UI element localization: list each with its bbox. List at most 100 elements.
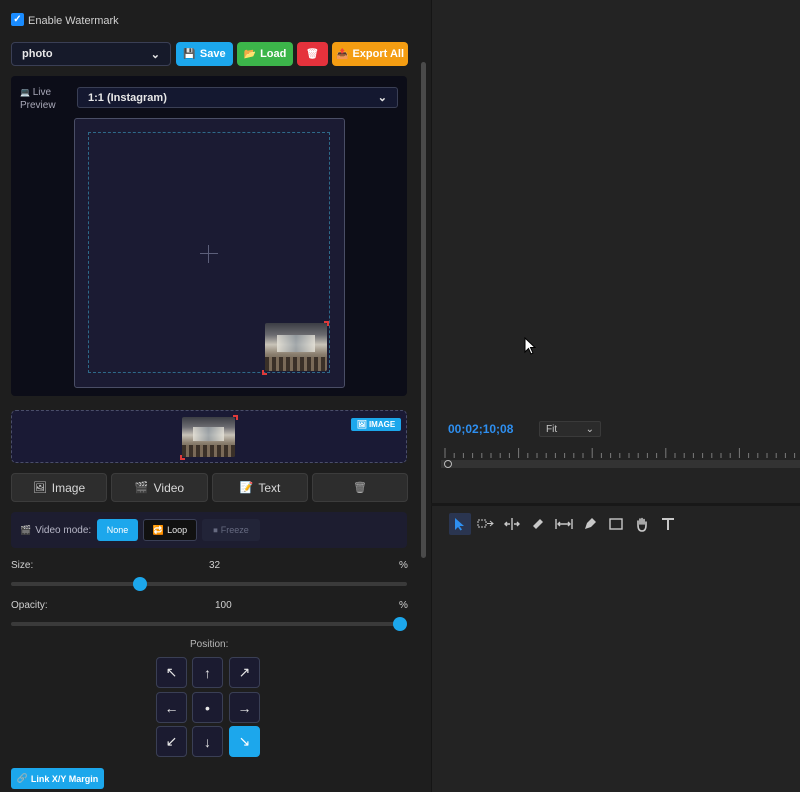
trash-icon: 🗑: [306, 48, 319, 60]
memo-icon: 📝: [239, 482, 254, 494]
position-bottom-right-button[interactable]: ↘: [229, 726, 260, 757]
thumbnail-corner-bottom-left: [180, 455, 185, 460]
resize-handle-top-right[interactable]: [324, 321, 329, 326]
delete-preset-button[interactable]: 🗑: [297, 42, 328, 66]
export-icon: 📤: [336, 48, 349, 60]
text-type-label: Text: [258, 480, 281, 495]
position-left-button[interactable]: ←: [156, 692, 187, 723]
load-button-label: Load: [260, 48, 287, 60]
slip-tool-icon[interactable]: [553, 513, 575, 535]
save-button-label: Save: [199, 48, 226, 60]
preset-select-value: photo: [22, 48, 53, 60]
video-mode-none-label: None: [106, 525, 129, 535]
playhead-timecode[interactable]: 00;02;10;08: [448, 422, 513, 436]
size-value: 32: [209, 560, 221, 571]
mouse-cursor-icon: [524, 337, 536, 355]
video-mode-freeze-label: Freeze: [220, 525, 249, 535]
position-label: Position:: [190, 639, 229, 650]
track-select-tool-icon[interactable]: [475, 513, 497, 535]
size-label: Size:: [11, 560, 34, 571]
panel-divider[interactable]: [431, 503, 800, 506]
export-all-button[interactable]: 📤 Export All: [332, 42, 408, 66]
watermark-preview-image[interactable]: [265, 323, 327, 371]
video-mode-loop-button[interactable]: 🔁 Loop: [143, 519, 197, 541]
center-crosshair-icon-vertical: [208, 245, 209, 263]
app-root: ✓ Enable Watermark photo ⌄ 💾 Save 📂 Load…: [0, 0, 800, 792]
live-preview-label: 💻 Live Preview: [20, 86, 60, 112]
export-button-label: Export All: [352, 48, 404, 60]
video-mode-none-button[interactable]: None: [97, 519, 138, 541]
playhead-handle[interactable]: [444, 460, 452, 468]
clapperboard-icon: 🎬: [134, 482, 149, 494]
position-center-button[interactable]: •: [192, 692, 223, 723]
building-interior-image: [265, 323, 327, 371]
zoom-level-value: Fit: [546, 423, 558, 435]
folder-icon: 📂: [243, 48, 257, 60]
video-mode-label: Video mode:: [35, 525, 92, 536]
razor-tool-icon[interactable]: [527, 513, 549, 535]
link-xy-margin-button[interactable]: 🔗 Link X/Y Margin: [11, 768, 104, 789]
text-type-button[interactable]: 📝 Text: [212, 473, 308, 502]
position-top-left-button[interactable]: ↖: [156, 657, 187, 688]
aspect-ratio-value: 1:1 (Instagram): [88, 91, 167, 104]
video-mode-loop-label: Loop: [167, 525, 188, 535]
video-mode-freeze-button[interactable]: ⏹ Freeze: [202, 519, 260, 541]
opacity-slider-thumb[interactable]: [393, 617, 407, 631]
ripple-edit-tool-icon[interactable]: [501, 513, 523, 535]
link-xy-margin-label: Link X/Y Margin: [30, 773, 99, 784]
timeline-scrub-bar[interactable]: [441, 460, 800, 468]
enable-watermark-label: Enable Watermark: [28, 15, 119, 27]
pen-tool-icon[interactable]: [579, 513, 601, 535]
chevron-down-icon: ⌄: [585, 423, 594, 435]
floppy-disk-icon: 💾: [183, 48, 196, 60]
position-bottom-left-button[interactable]: ↙: [156, 726, 187, 757]
center-crosshair-icon: [200, 253, 218, 254]
resize-handle-bottom-left[interactable]: [262, 370, 267, 375]
opacity-value: 100: [215, 600, 232, 611]
zoom-level-select[interactable]: Fit ⌄: [539, 421, 601, 437]
preset-select[interactable]: photo ⌄: [11, 42, 171, 66]
chevron-down-icon: ⌄: [150, 48, 160, 61]
hand-tool-icon[interactable]: [631, 513, 653, 535]
image-badge-label: IMAGE: [368, 420, 396, 429]
opacity-label: Opacity:: [11, 600, 48, 611]
video-type-button[interactable]: 🎬 Video: [111, 473, 208, 502]
timeline-ruler[interactable]: [441, 448, 800, 458]
clapperboard-icon: 🎬: [20, 525, 32, 535]
picture-icon: 🖼: [32, 482, 47, 494]
position-top-button[interactable]: ↑: [192, 657, 223, 688]
program-monitor: [431, 0, 800, 792]
video-mode-label-row: 🎬 Video mode:: [20, 525, 91, 536]
freeze-frame-icon: ⏹: [213, 524, 218, 535]
building-interior-image: [182, 417, 235, 457]
live-label-line-2: Preview: [20, 100, 56, 111]
picture-icon: 🖼: [356, 420, 367, 429]
enable-watermark-checkbox[interactable]: ✓: [11, 12, 24, 26]
live-label-line-1: Live: [32, 87, 52, 98]
repeat-icon: 🔁: [152, 524, 165, 535]
monitor-icon: 💻: [20, 88, 30, 97]
image-type-badge: 🖼 IMAGE: [351, 418, 401, 431]
image-type-button[interactable]: 🖼 Image: [11, 473, 107, 502]
remove-watermark-button[interactable]: 🗑: [312, 473, 408, 502]
size-slider[interactable]: [11, 577, 407, 591]
video-type-label: Video: [153, 480, 185, 495]
link-icon: 🔗: [16, 773, 28, 783]
position-bottom-button[interactable]: ↓: [192, 726, 223, 757]
chevron-down-icon: ⌄: [377, 92, 387, 104]
type-tool-icon[interactable]: [657, 513, 679, 535]
size-unit: %: [399, 560, 408, 571]
rectangle-tool-icon[interactable]: [605, 513, 627, 535]
position-top-right-button[interactable]: ↗: [229, 657, 260, 688]
panel-scrollbar-thumb[interactable]: [421, 62, 426, 558]
enable-watermark-row[interactable]: ✓ Enable Watermark: [11, 11, 119, 27]
position-right-button[interactable]: →: [229, 692, 260, 723]
aspect-ratio-select[interactable]: 1:1 (Instagram) ⌄: [77, 87, 398, 108]
trash-icon: 🗑: [353, 482, 367, 494]
load-preset-button[interactable]: 📂 Load: [237, 42, 293, 66]
opacity-slider[interactable]: [11, 617, 407, 631]
image-type-label: Image: [51, 480, 86, 495]
thumbnail-corner-top-right: [233, 415, 238, 420]
selection-tool-icon[interactable]: [449, 513, 471, 535]
save-preset-button[interactable]: 💾 Save: [176, 42, 233, 66]
